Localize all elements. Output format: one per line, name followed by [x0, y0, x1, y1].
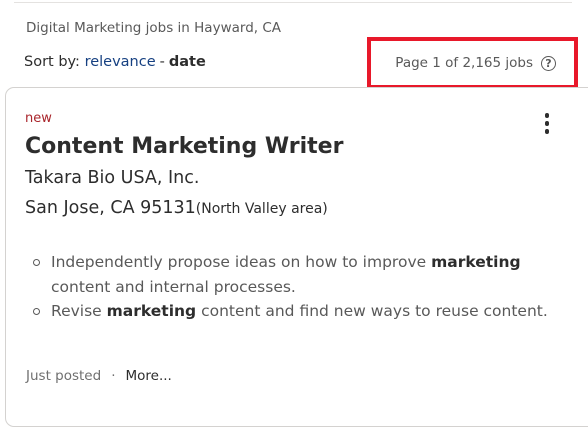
posted-date: Just posted — [26, 368, 102, 384]
more-link[interactable]: More... — [125, 368, 171, 384]
help-circle-icon[interactable]: ? — [541, 55, 556, 71]
bullet-icon — [33, 308, 40, 315]
snippet-item: Independently propose ideas on how to im… — [25, 250, 565, 299]
sort-separator: - — [159, 54, 165, 70]
bullet-icon — [33, 259, 40, 266]
pagination-text: Page 1 of 2,165 jobs — [395, 55, 533, 71]
job-location: San Jose, CA 95131(North Valley area) — [25, 198, 328, 218]
snippet-item: Revise marketing content and find new wa… — [25, 299, 565, 324]
top-divider — [14, 2, 572, 3]
snippet-text: content and find new ways to reuse conte… — [196, 302, 548, 320]
snippet-text: content and internal processes. — [51, 277, 296, 296]
footer-separator: · — [111, 368, 116, 384]
search-summary: Digital Marketing jobs in Hayward, CA — [26, 20, 282, 36]
snippet-text: Independently propose ideas on how to im… — [51, 253, 432, 271]
sort-relevance-link[interactable]: relevance — [85, 54, 156, 70]
new-badge: new — [25, 111, 52, 126]
job-footer: Just posted · More... — [26, 368, 172, 384]
location-text: San Jose, CA 95131 — [25, 198, 196, 218]
company-name: Takara Bio USA, Inc. — [25, 168, 200, 188]
job-card[interactable]: new Content Marketing Writer Takara Bio … — [5, 87, 588, 427]
snippet-highlight: marketing — [106, 302, 197, 320]
more-options-icon[interactable] — [542, 113, 552, 137]
location-area: (North Valley area) — [195, 201, 328, 217]
job-title[interactable]: Content Marketing Writer — [25, 134, 343, 159]
snippet-text: Revise — [51, 302, 107, 320]
sort-label: Sort by: — [24, 54, 80, 70]
job-snippet: Independently propose ideas on how to im… — [25, 250, 565, 324]
pagination-count: Page 1 of 2,165 jobs ? — [367, 37, 578, 89]
sort-controls: Sort by: relevance - date — [24, 54, 206, 70]
snippet-highlight: marketing — [431, 253, 521, 271]
sort-date-option[interactable]: date — [169, 54, 206, 70]
